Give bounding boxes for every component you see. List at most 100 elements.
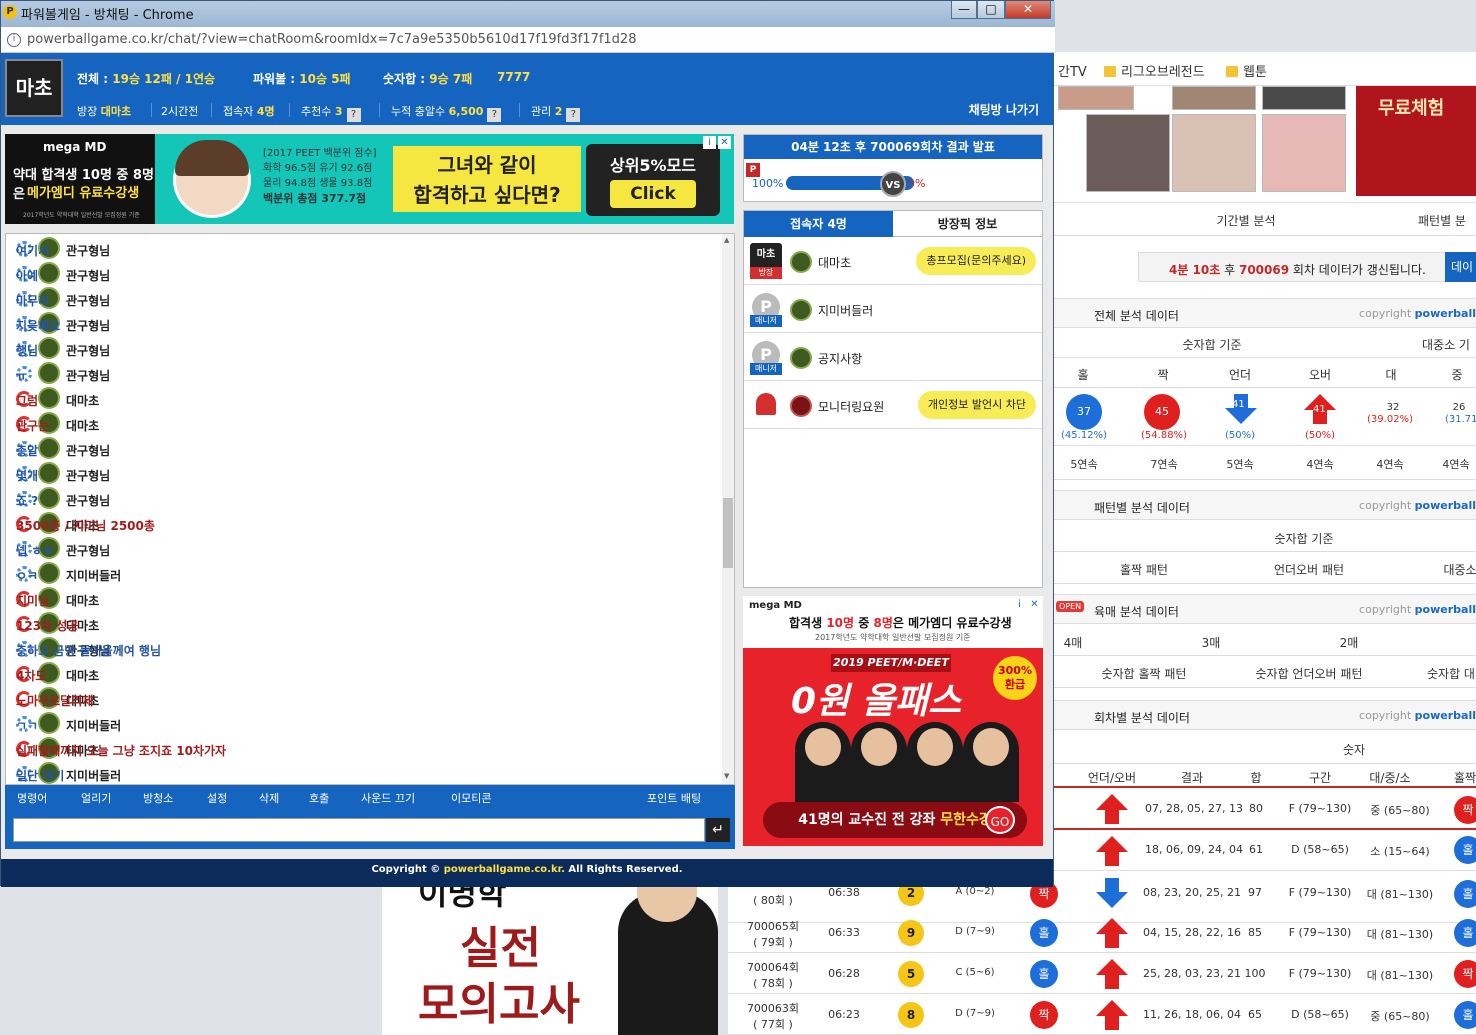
command-button[interactable]: 명령어 <box>17 790 47 806</box>
message-nick[interactable]: 관구형님 <box>66 367 110 384</box>
maximize-button[interactable]: □ <box>977 1 1005 19</box>
message-nick[interactable]: 지미버들러 <box>66 767 121 784</box>
user-row[interactable]: 마초 방장 대마초 총프모집(문의주세요) <box>744 237 1042 285</box>
user-count: 접속자 4명 <box>223 105 275 118</box>
role-badge: 방장 <box>750 267 782 279</box>
even-circle: 45 <box>1144 394 1180 430</box>
message-text: 4차도 <box>16 669 47 683</box>
exit-room-button[interactable]: 채팅방 나가기 <box>969 101 1039 118</box>
sound-off-button[interactable]: 사운드 끄기 <box>361 790 415 806</box>
help-icon[interactable]: ? <box>566 108 581 122</box>
chat-messages[interactable]: 관구형님 여기서 관구형님 아예 관구형님 마무리 관구형님 지읒폐요 관구형님 행님 관구형님 ㅠ 대… <box>5 233 735 785</box>
rank-badge-icon <box>790 347 812 369</box>
ad-cta[interactable]: 상위5%모드 Click <box>586 144 720 216</box>
thumb[interactable] <box>1086 114 1170 192</box>
left-percent: 100% <box>752 177 784 190</box>
rank-badge-icon <box>38 387 60 409</box>
message-text: 실패할때까지 오늘 그냥 조지죠 10차가자 <box>16 744 227 758</box>
table-row: 700064회 ( 78회 ) 06:28 5 C (5~6) 홀 25, 28… <box>728 953 1476 994</box>
message-nick[interactable]: 관구형님 <box>66 317 110 334</box>
title-bar[interactable]: P 파워볼게임 - 방채팅 - Chrome — □ ✕ <box>1 1 1055 27</box>
message-nick[interactable]: 관구형님 <box>66 542 110 559</box>
top-banner-ad[interactable]: mega MD 약대 합격생 10명 중 8명은 메가엠디 유료수강생 2017… <box>5 134 734 224</box>
scrollbar-thumb[interactable] <box>723 498 733 568</box>
rank-badge-icon <box>790 395 812 417</box>
chat-scrollbar[interactable]: ▲ ▼ <box>722 234 734 784</box>
bookmark-webtoon[interactable]: 웹툰 <box>1226 61 1267 80</box>
adchoices-icon[interactable]: i <box>1013 598 1026 611</box>
adchoices-icon[interactable]: i <box>703 136 716 149</box>
stats-row: 37 45 41 41 32 26 (45.12%) (54.88%) (50%… <box>1054 388 1476 446</box>
help-icon[interactable]: ? <box>487 108 502 122</box>
close-button[interactable]: ✕ <box>1005 1 1051 19</box>
go-button[interactable]: GO <box>985 806 1015 834</box>
thumb[interactable] <box>1172 114 1256 192</box>
tab-period[interactable]: 기간별 분석 <box>1186 212 1306 229</box>
chat-input[interactable] <box>13 818 705 842</box>
user-name[interactable]: 지미버들러 <box>818 302 873 319</box>
freeze-button[interactable]: 얼리기 <box>81 790 111 806</box>
bookmark-tv[interactable]: 간TV <box>1058 61 1087 80</box>
message-nick[interactable]: 대마초 <box>66 392 99 409</box>
user-name[interactable]: 공지사항 <box>818 350 862 367</box>
message-nick[interactable]: 대마초 <box>66 417 99 434</box>
message-nick[interactable]: 관구형님 <box>66 342 110 359</box>
message-nick[interactable]: 대마초 <box>66 592 99 609</box>
free-trial-ad[interactable]: 무료체험 <box>1356 86 1476 196</box>
lecture-ad[interactable]: 이명학 실전 모의고사 <box>382 882 718 1035</box>
thumb[interactable] <box>1172 86 1256 110</box>
message-nick[interactable]: 관구형님 <box>66 242 110 259</box>
url-text[interactable]: powerballgame.co.kr/chat/?view=chatRoom&… <box>27 32 636 47</box>
message-text: ㄱㄱ <box>16 719 39 733</box>
pattern-odd-even[interactable]: 홀짝 패턴 <box>1094 561 1194 578</box>
point-bet-button[interactable]: 포인트 배팅 <box>647 790 701 806</box>
user-name[interactable]: 모니터링요원 <box>818 398 884 415</box>
ad-close-icon[interactable]: ✕ <box>718 136 731 149</box>
role-badge: 매니저 <box>750 363 782 375</box>
data-button[interactable]: 데이 <box>1445 252 1476 282</box>
tab-users[interactable]: 접속자 4명 <box>744 211 893 237</box>
vs-icon: VS <box>880 171 906 197</box>
under-arrow-icon <box>1225 408 1257 424</box>
address-bar[interactable]: i powerballgame.co.kr/chat/?view=chatRoo… <box>1 27 1055 53</box>
message-text: 행님 <box>16 344 39 358</box>
tab-pattern[interactable]: 패턴별 분 <box>1392 212 1476 229</box>
folder-icon <box>1226 66 1238 77</box>
thumb[interactable] <box>1058 86 1134 110</box>
pattern-under-over[interactable]: 언더오버 패턴 <box>1244 561 1374 578</box>
pattern-size[interactable]: 대중소 <box>1430 561 1476 578</box>
bookmark-lol[interactable]: 리그오브레전드 <box>1104 61 1205 80</box>
thumb[interactable] <box>1262 114 1346 192</box>
user-row[interactable]: P 매니저 공지사항 <box>744 333 1042 381</box>
message-nick[interactable]: 관구형님 <box>66 467 110 484</box>
user-row[interactable]: P 매니저 지미버들러 <box>744 285 1042 333</box>
window-title: 파워볼게임 - 방채팅 - Chrome <box>21 8 194 23</box>
message-nick[interactable]: 지미버들러 <box>66 567 121 584</box>
host-info: 방장 대마초 <box>77 105 132 118</box>
click-button[interactable]: Click <box>610 180 696 208</box>
send-button[interactable]: ↵ <box>706 818 730 842</box>
message-nick[interactable]: 지미버들러 <box>66 717 121 734</box>
message-nick[interactable]: 관구형님 <box>66 442 110 459</box>
clear-room-button[interactable]: 방청소 <box>143 790 173 806</box>
minimize-button[interactable]: — <box>951 1 977 19</box>
thumb[interactable] <box>1262 86 1346 110</box>
ad-close-icon[interactable]: ✕ <box>1028 598 1041 611</box>
user-name[interactable]: 대마초 <box>818 254 851 271</box>
side-banner-ad[interactable]: mega MD 합격생 10명 중 8명은 메가엠디 유료수강생 2017학년도… <box>743 596 1043 846</box>
settings-button[interactable]: 설정 <box>207 790 227 806</box>
message-nick[interactable]: 대마초 <box>66 667 99 684</box>
info-icon[interactable]: i <box>7 33 21 47</box>
message-nick[interactable]: 관구형님 <box>66 267 110 284</box>
role-badge: 매니저 <box>750 315 782 327</box>
message-nick[interactable]: 관구형님 <box>66 492 110 509</box>
help-icon[interactable]: ? <box>346 108 361 122</box>
message-nick[interactable]: 관구형님 <box>66 292 110 309</box>
tab-host-pick[interactable]: 방장픽 정보 <box>893 211 1042 237</box>
user-row[interactable]: 모니터링요원 개인정보 발언시 차단 <box>744 381 1042 429</box>
pattern-tabs: 홀짝 패턴 언더오버 패턴 대중소 <box>1054 552 1476 584</box>
emoticon-button[interactable]: 이모티콘 <box>451 790 491 806</box>
delete-button[interactable]: 삭제 <box>259 790 279 806</box>
streak-row: 5연속 7연속 5연속 4연속 4연속 4연속 <box>1054 448 1476 480</box>
call-button[interactable]: 호출 <box>309 790 329 806</box>
